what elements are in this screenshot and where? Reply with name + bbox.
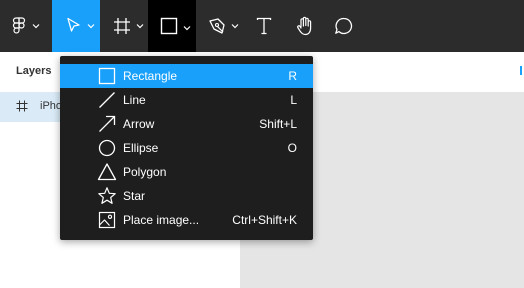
pen-icon (209, 18, 225, 34)
cursor-icon (67, 17, 80, 32)
rectangle-icon (160, 17, 178, 35)
chevron-down-icon[interactable] (87, 23, 95, 29)
menu-item-line[interactable]: Line L (60, 88, 313, 112)
menu-item-rectangle[interactable]: Rectangle R (60, 64, 313, 88)
text-tool-button[interactable] (246, 0, 282, 52)
layer-name: iPho (40, 100, 63, 112)
menu-item-label: Line (123, 93, 146, 107)
menu-item-polygon[interactable]: Polygon (60, 160, 313, 184)
menu-item-label: Ellipse (123, 141, 159, 155)
polygon-icon (97, 163, 117, 181)
menu-item-shortcut: L (290, 93, 297, 107)
menu-item-ellipse[interactable]: Ellipse O (60, 136, 313, 160)
layers-tab[interactable]: Layers (16, 65, 51, 77)
menu-item-shortcut: Ctrl+Shift+K (232, 213, 297, 227)
text-icon (256, 17, 272, 35)
arrow-icon (99, 115, 116, 132)
toolbar (0, 0, 524, 52)
menu-item-label: Star (123, 189, 146, 203)
menu-item-label: Place image... (123, 213, 200, 227)
hand-tool-button[interactable] (286, 0, 324, 52)
menu-item-label: Rectangle (123, 69, 178, 83)
comment-tool-button[interactable] (326, 0, 362, 52)
menu-item-label: Arrow (123, 117, 155, 131)
menu-item-shortcut: R (288, 69, 297, 83)
chevron-down-icon[interactable] (183, 25, 191, 31)
rectangle-icon (98, 67, 116, 85)
comment-icon (335, 17, 353, 35)
move-tool-button[interactable] (52, 0, 100, 52)
shape-tools-menu: Rectangle R Line L Arrow Shift+L Ellipse… (60, 56, 313, 240)
figma-logo-icon (12, 17, 26, 34)
menu-item-arrow[interactable]: Arrow Shift+L (60, 112, 313, 136)
chevron-down-icon[interactable] (231, 23, 239, 29)
menu-item-shortcut: Shift+L (259, 117, 297, 131)
chevron-down-icon[interactable] (136, 23, 144, 29)
frame-tool-button[interactable] (100, 0, 148, 52)
main-menu-button[interactable] (0, 0, 48, 52)
hand-icon (297, 16, 312, 36)
chevron-down-icon[interactable] (32, 23, 40, 29)
menu-item-shortcut: O (287, 141, 297, 155)
menu-item-label: Polygon (123, 165, 167, 179)
shape-tool-button[interactable] (148, 0, 196, 52)
image-icon (98, 211, 116, 229)
menu-item-place-image[interactable]: Place image... Ctrl+Shift+K (60, 208, 313, 232)
ellipse-icon (98, 139, 116, 157)
selection-indicator (520, 66, 522, 75)
star-icon (98, 187, 116, 204)
menu-item-star[interactable]: Star (60, 184, 313, 208)
frame-icon (114, 18, 130, 34)
frame-icon (16, 100, 28, 112)
pen-tool-button[interactable] (200, 0, 244, 52)
line-icon (99, 92, 115, 108)
